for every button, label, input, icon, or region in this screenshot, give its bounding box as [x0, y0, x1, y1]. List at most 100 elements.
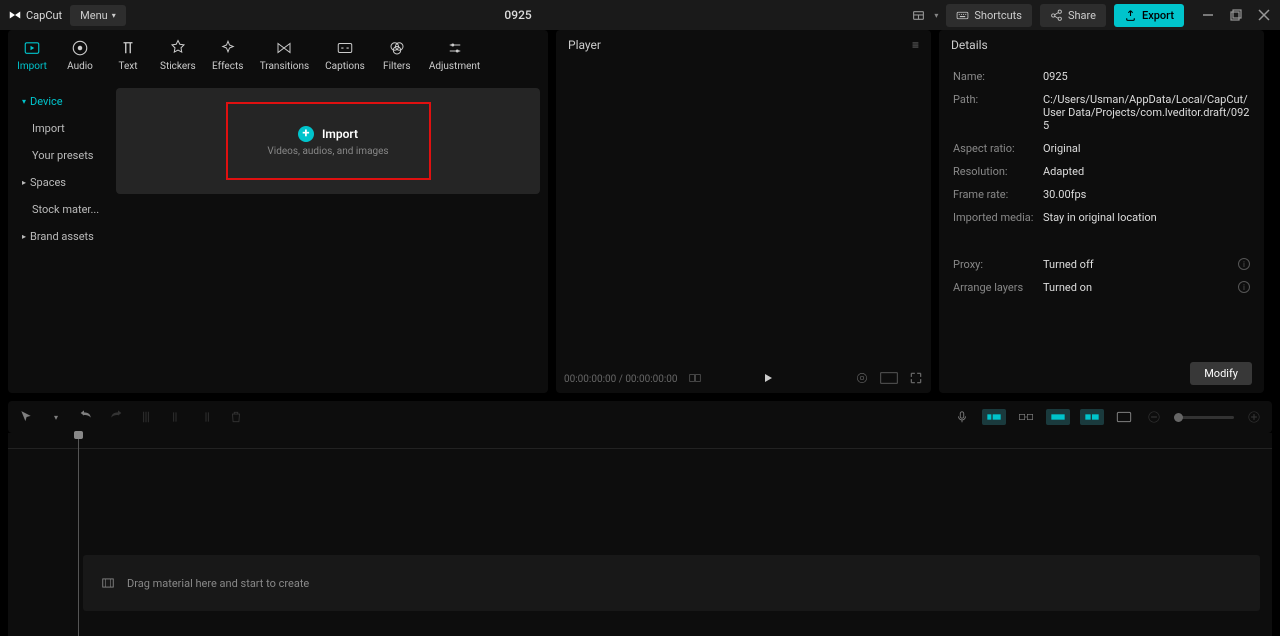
menu-button[interactable]: Menu ▾: [70, 5, 126, 26]
timeline-drop-hint[interactable]: Drag material here and start to create: [83, 555, 1260, 611]
scale-icon[interactable]: [855, 371, 869, 388]
app-logo: CapCut: [8, 8, 62, 22]
tab-adjustment[interactable]: Adjustment: [421, 34, 488, 76]
magnet-text-button[interactable]: [1080, 409, 1104, 425]
magnet-link-button[interactable]: [1016, 407, 1036, 427]
split-button[interactable]: [136, 407, 156, 427]
media-content: + Import Videos, audios, and images: [116, 80, 548, 393]
tab-import[interactable]: Import: [8, 34, 56, 76]
playhead[interactable]: [78, 433, 79, 636]
adjustment-icon: [445, 38, 465, 58]
modify-button[interactable]: Modify: [1190, 362, 1252, 385]
sidebar-item-stock[interactable]: Stock mater...: [12, 196, 112, 223]
timeline-toolbar: ▾: [8, 401, 1272, 433]
detail-row-name: Name:0925: [953, 70, 1250, 83]
detail-row-imported: Imported media:Stay in original location: [953, 211, 1250, 224]
details-panel: Details Name:0925 Path:C:/Users/Usman/Ap…: [939, 30, 1264, 393]
import-drop-zone[interactable]: + Import Videos, audios, and images: [116, 88, 540, 194]
info-icon[interactable]: i: [1238, 258, 1250, 270]
filters-icon: [387, 38, 407, 58]
capcut-logo-icon: [8, 8, 22, 22]
captions-icon: [335, 38, 355, 58]
detail-row-framerate: Frame rate:30.00fps: [953, 188, 1250, 201]
player-controls: 00:00:00:00 / 00:00:00:00: [556, 365, 931, 393]
chevron-down-icon[interactable]: ▾: [46, 407, 66, 427]
trim-right-button[interactable]: [196, 407, 216, 427]
detail-row-proxy: Proxy:Turned offi: [953, 258, 1250, 271]
transitions-icon: [274, 38, 294, 58]
detail-row-path: Path:C:/Users/Usman/AppData/Local/CapCut…: [953, 93, 1250, 132]
mic-button[interactable]: [952, 407, 972, 427]
stickers-icon: [168, 38, 188, 58]
text-icon: [118, 38, 138, 58]
app-name: CapCut: [26, 9, 62, 22]
details-title: Details: [951, 38, 988, 52]
player-panel: Player ≡ 00:00:00:00 / 00:00:00:00: [556, 30, 931, 393]
media-sidebar: ▾Device Import Your presets ▸Spaces Stoc…: [8, 80, 116, 393]
tab-stickers[interactable]: Stickers: [152, 34, 204, 76]
maximize-button[interactable]: [1228, 7, 1244, 23]
delete-button[interactable]: [226, 407, 246, 427]
preview-button[interactable]: [1114, 407, 1134, 427]
compare-icon[interactable]: [688, 371, 702, 388]
shortcuts-button[interactable]: Shortcuts: [946, 4, 1032, 27]
titlebar: CapCut Menu ▾ 0925 ▾ Shortcuts Share Exp…: [0, 0, 1280, 30]
magnet-main-button[interactable]: [982, 409, 1006, 425]
chevron-down-icon[interactable]: ▾: [934, 11, 938, 20]
export-icon: [1124, 9, 1137, 22]
tab-transitions[interactable]: Transitions: [252, 34, 317, 76]
tab-captions[interactable]: Captions: [317, 34, 373, 76]
tab-effects[interactable]: Effects: [204, 34, 252, 76]
import-title: Import: [322, 127, 358, 141]
media-tabs: Import Audio Text Stickers Effects Trans…: [8, 30, 548, 80]
share-icon: [1050, 9, 1063, 22]
sidebar-item-presets[interactable]: Your presets: [12, 142, 112, 169]
cursor-tool[interactable]: [16, 407, 36, 427]
film-icon: [101, 576, 115, 590]
undo-button[interactable]: [76, 407, 96, 427]
details-header: Details: [939, 30, 1264, 60]
trim-left-button[interactable]: [166, 407, 186, 427]
detail-row-layers: Arrange layersTurned oni: [953, 281, 1250, 294]
zoom-slider[interactable]: [1174, 416, 1234, 419]
sidebar-item-brand[interactable]: ▸Brand assets: [12, 223, 112, 250]
info-icon[interactable]: i: [1238, 281, 1250, 293]
audio-icon: [70, 38, 90, 58]
detail-row-resolution: Resolution:Adapted: [953, 165, 1250, 178]
effects-icon: [218, 38, 238, 58]
detail-row-aspect: Aspect ratio:Original: [953, 142, 1250, 155]
layout-button[interactable]: [910, 7, 926, 23]
close-button[interactable]: [1256, 7, 1272, 23]
magnet-audio-button[interactable]: [1046, 409, 1070, 425]
import-icon: [22, 38, 42, 58]
share-button[interactable]: Share: [1040, 4, 1106, 27]
keyboard-icon: [956, 9, 969, 22]
chevron-down-icon: ▾: [112, 11, 116, 20]
play-button[interactable]: [762, 372, 774, 387]
import-subtitle: Videos, audios, and images: [267, 146, 388, 157]
redo-button[interactable]: [106, 407, 126, 427]
player-canvas[interactable]: [556, 60, 931, 365]
import-box[interactable]: + Import Videos, audios, and images: [226, 102, 431, 180]
minimize-button[interactable]: [1200, 7, 1216, 23]
tab-text[interactable]: Text: [104, 34, 152, 76]
fullscreen-icon[interactable]: [909, 371, 923, 388]
hamburger-icon[interactable]: ≡: [912, 38, 919, 52]
sidebar-item-device[interactable]: ▾Device: [12, 88, 112, 115]
export-button[interactable]: Export: [1114, 4, 1184, 27]
sidebar-item-spaces[interactable]: ▸Spaces: [12, 169, 112, 196]
tab-audio[interactable]: Audio: [56, 34, 104, 76]
plus-icon: +: [298, 126, 314, 142]
player-header: Player ≡: [556, 30, 931, 60]
sidebar-item-import[interactable]: Import: [12, 115, 112, 142]
project-title: 0925: [134, 8, 903, 22]
ratio-icon[interactable]: [879, 372, 899, 387]
timeline-ruler[interactable]: [8, 433, 1272, 449]
media-panel: Import Audio Text Stickers Effects Trans…: [8, 30, 548, 393]
time-display: 00:00:00:00 / 00:00:00:00: [564, 374, 678, 385]
zoom-in-button[interactable]: [1244, 407, 1264, 427]
timeline[interactable]: Drag material here and start to create: [8, 433, 1272, 636]
player-title: Player: [568, 38, 601, 52]
zoom-out-button[interactable]: [1144, 407, 1164, 427]
tab-filters[interactable]: Filters: [373, 34, 421, 76]
